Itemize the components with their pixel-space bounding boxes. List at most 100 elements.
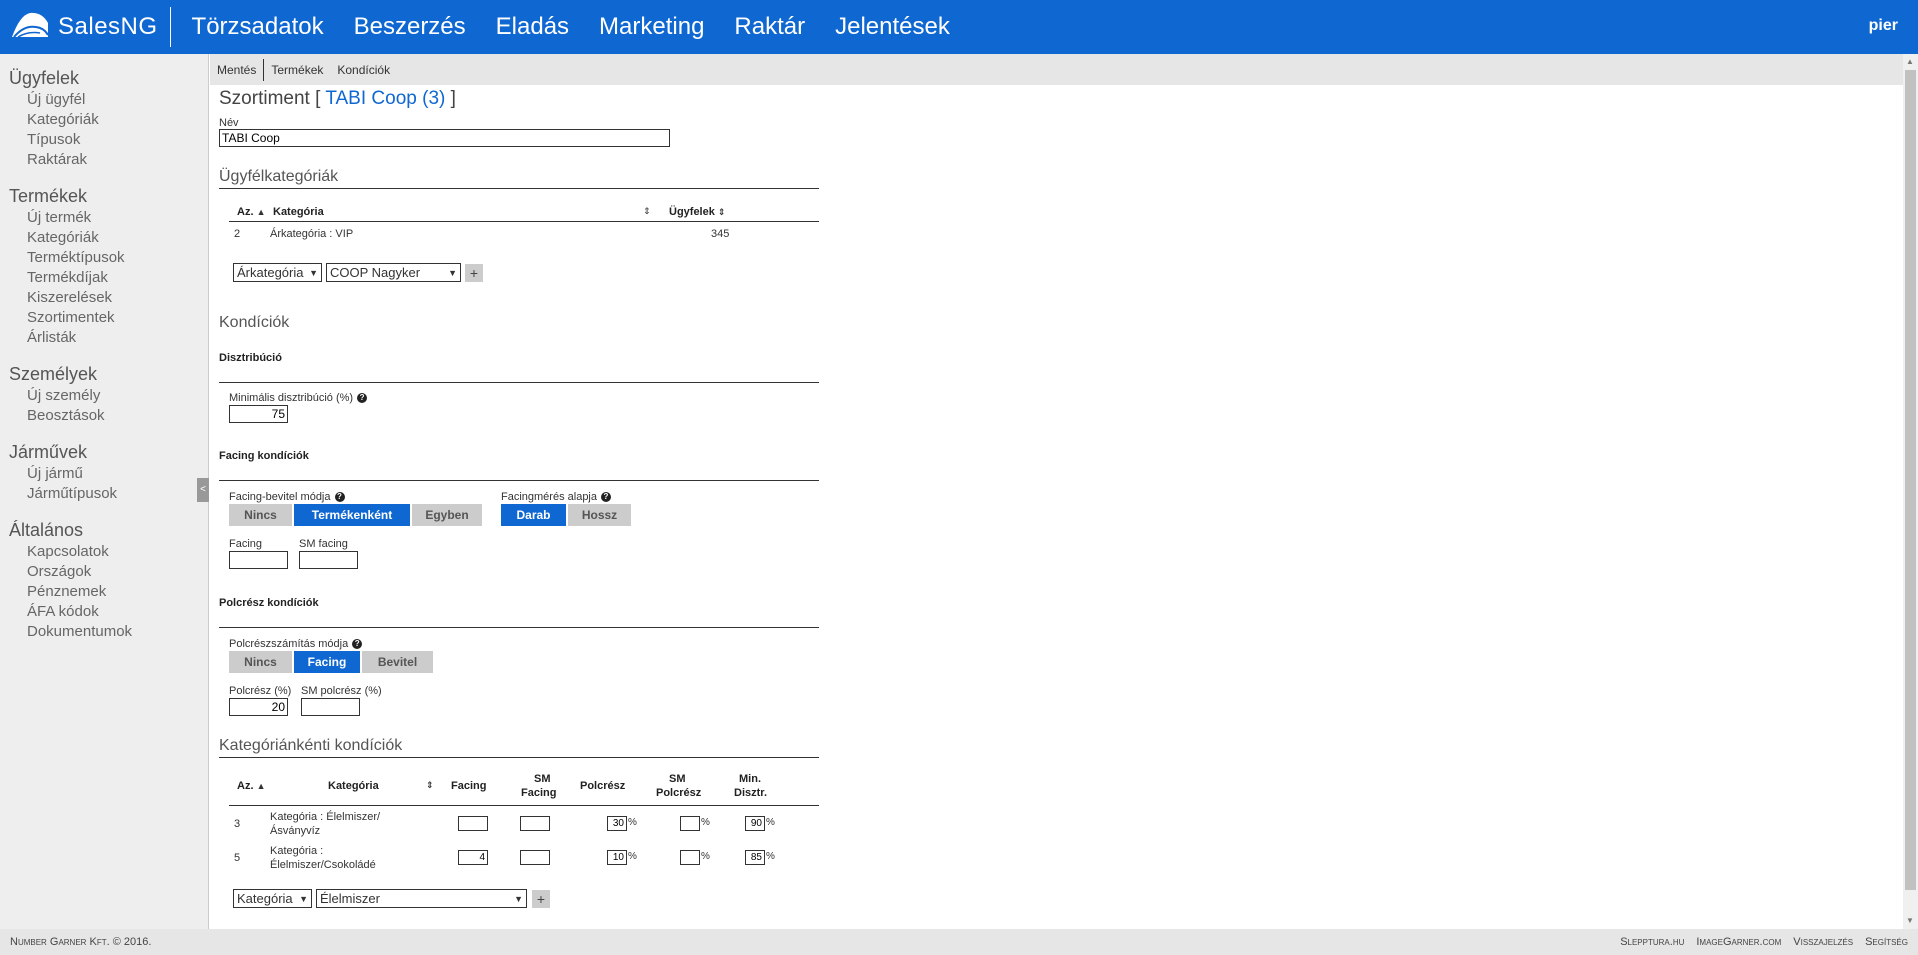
col-category-header[interactable]: Kategória <box>328 780 379 792</box>
select-value: Élelmiszer <box>320 891 380 906</box>
nav-item[interactable]: Beszerzés <box>354 13 466 41</box>
sidebar-item[interactable]: Kapcsolatok <box>0 542 208 562</box>
category-value-select[interactable]: Élelmiszer ▼ <box>316 889 527 908</box>
col-sm-share-header-bottom[interactable]: Polcrész <box>656 787 701 799</box>
sidebar-item[interactable]: Szortimentek <box>0 308 208 328</box>
col-min-header-top[interactable]: Min. <box>739 773 761 785</box>
sm-shelf-share-input[interactable] <box>301 698 360 716</box>
col-min-header-bottom[interactable]: Disztr. <box>734 787 767 799</box>
add-category-condition-button[interactable]: + <box>532 890 550 908</box>
shelf-share-input[interactable] <box>229 698 288 716</box>
user-menu[interactable]: pier <box>1869 17 1898 35</box>
sidebar-item[interactable]: Járműtípusok <box>0 484 208 504</box>
nav-item[interactable]: Jelentések <box>835 13 950 41</box>
col-sm-facing-header-bottom[interactable]: Facing <box>521 787 556 799</box>
scrollbar-thumb[interactable] <box>1905 70 1916 890</box>
sidebar-item[interactable]: Raktárak <box>0 150 208 170</box>
col-facing-header[interactable]: Facing <box>451 780 486 792</box>
category-value-select[interactable]: COOP Nagyker ▼ <box>326 263 461 282</box>
nav-item[interactable]: Raktár <box>734 13 805 41</box>
sidebar-item[interactable]: Terméktípusok <box>0 248 208 268</box>
facing-mode-per-product-button[interactable]: Termékenként <box>294 504 410 526</box>
shelf-mode-input-button[interactable]: Bevitel <box>362 651 433 673</box>
row-share-input[interactable] <box>607 850 627 865</box>
row-sm-facing-input[interactable] <box>520 816 550 831</box>
scroll-down-icon[interactable]: ▼ <box>1906 916 1914 925</box>
facing-mode-none-button[interactable]: Nincs <box>229 504 292 526</box>
nav-item[interactable]: Törzsadatok <box>192 13 324 41</box>
col-sm-share-header-top[interactable]: SM <box>669 773 686 785</box>
add-customer-category-button[interactable]: + <box>465 264 483 282</box>
facing-basis-length-button[interactable]: Hossz <box>568 504 631 526</box>
sm-facing-input[interactable] <box>299 551 358 569</box>
sort-both-icon[interactable]: ⇕ <box>643 206 651 217</box>
nav-item[interactable]: Marketing <box>599 13 704 41</box>
sort-both-icon[interactable]: ⇕ <box>426 780 434 791</box>
sidebar-item[interactable]: Új jármű <box>0 464 208 484</box>
save-button[interactable]: Mentés <box>210 58 265 81</box>
sidebar-item[interactable]: Árlisták <box>0 328 208 348</box>
sidebar-item[interactable]: Új személy <box>0 386 208 406</box>
sidebar-item[interactable]: Kategóriák <box>0 228 208 248</box>
facing-input[interactable] <box>229 551 288 569</box>
help-icon[interactable]: ? <box>334 492 345 503</box>
sidebar-item[interactable]: Termékdíjak <box>0 268 208 288</box>
scrollbar[interactable]: ▲ ▼ <box>1903 54 1918 929</box>
sort-asc-icon: ▲ <box>256 207 266 217</box>
name-input[interactable] <box>219 129 670 147</box>
shelf-mode-none-button[interactable]: Nincs <box>229 651 292 673</box>
footer-link[interactable]: Sleppturа.hu <box>1620 936 1684 948</box>
help-icon[interactable]: ? <box>352 639 363 650</box>
row-sm-share-input[interactable] <box>680 850 700 865</box>
row-sm-share-input[interactable] <box>680 816 700 831</box>
products-button[interactable]: Termékek <box>264 59 330 81</box>
footer-link[interactable]: ImageGarner.com <box>1696 936 1781 948</box>
brand[interactable]: SalesNG <box>0 7 171 47</box>
category-type-select[interactable]: Árkategória ▼ <box>233 263 322 282</box>
sidebar-item[interactable]: Dokumentumok <box>0 622 208 642</box>
row-facing-input[interactable] <box>458 816 488 831</box>
min-distribution-input[interactable] <box>229 405 288 423</box>
conditions-button[interactable]: Kondíciók <box>330 59 397 81</box>
sidebar-collapse-icon[interactable]: < <box>197 478 209 502</box>
row-min-input[interactable] <box>745 816 765 831</box>
facing-basis-piece-button[interactable]: Darab <box>501 504 566 526</box>
sidebar-item[interactable]: ÁFA kódok <box>0 602 208 622</box>
scroll-up-icon[interactable]: ▲ <box>1906 57 1914 66</box>
help-icon[interactable]: ? <box>601 492 611 503</box>
sidebar-item[interactable]: Új ügyfél <box>0 90 208 110</box>
sidebar-item[interactable]: Pénznemek <box>0 582 208 602</box>
row-sm-facing-input[interactable] <box>520 850 550 865</box>
help-icon[interactable]: ? <box>357 393 368 404</box>
category-type-select[interactable]: Kategória ▼ <box>233 889 312 908</box>
nav-item[interactable]: Eladás <box>496 13 569 41</box>
sidebar-group: Járművek Új jármű Járműtípusok <box>0 440 208 504</box>
sidebar-group-title[interactable]: Termékek <box>0 184 208 208</box>
sidebar-group-title[interactable]: Járművek <box>0 440 208 464</box>
sidebar-item[interactable]: Új termék <box>0 208 208 228</box>
sidebar-item[interactable]: Típusok <box>0 130 208 150</box>
footer: Number Garner Kft. © 2016. Sleppturа.hu … <box>0 929 1918 955</box>
sidebar-item[interactable]: Kategóriák <box>0 110 208 130</box>
sidebar-item[interactable]: Beosztások <box>0 406 208 426</box>
col-category-header[interactable]: Kategória <box>273 206 324 218</box>
footer-link[interactable]: Visszajelzés <box>1793 936 1853 948</box>
sidebar-item[interactable]: Kiszerelések <box>0 288 208 308</box>
footer-link[interactable]: Segítség <box>1865 936 1908 948</box>
sidebar-group-title[interactable]: Ügyfelek <box>0 66 208 90</box>
row-min-input[interactable] <box>745 850 765 865</box>
sidebar-group-title[interactable]: Általános <box>0 518 208 542</box>
col-id-header[interactable]: Az. ▲ <box>237 780 265 792</box>
facing-mode-combined-button[interactable]: Egyben <box>412 504 482 526</box>
shelf-mode-facing-button[interactable]: Facing <box>294 651 360 673</box>
col-share-header[interactable]: Polcrész <box>580 780 625 792</box>
col-sm-facing-header-top[interactable]: SM <box>534 773 551 785</box>
row-share-input[interactable] <box>607 816 627 831</box>
sidebar-item[interactable]: Országok <box>0 562 208 582</box>
toolbar: Mentés Termékek Kondíciók <box>210 54 1903 85</box>
sidebar-group-title[interactable]: Személyek <box>0 362 208 386</box>
col-customers-header[interactable]: Ügyfelek ⇕ <box>669 206 725 218</box>
row-facing-input[interactable] <box>458 850 488 865</box>
col-id-header[interactable]: Az. ▲ <box>237 206 265 218</box>
dropdown-arrow-icon: ▼ <box>309 267 318 278</box>
